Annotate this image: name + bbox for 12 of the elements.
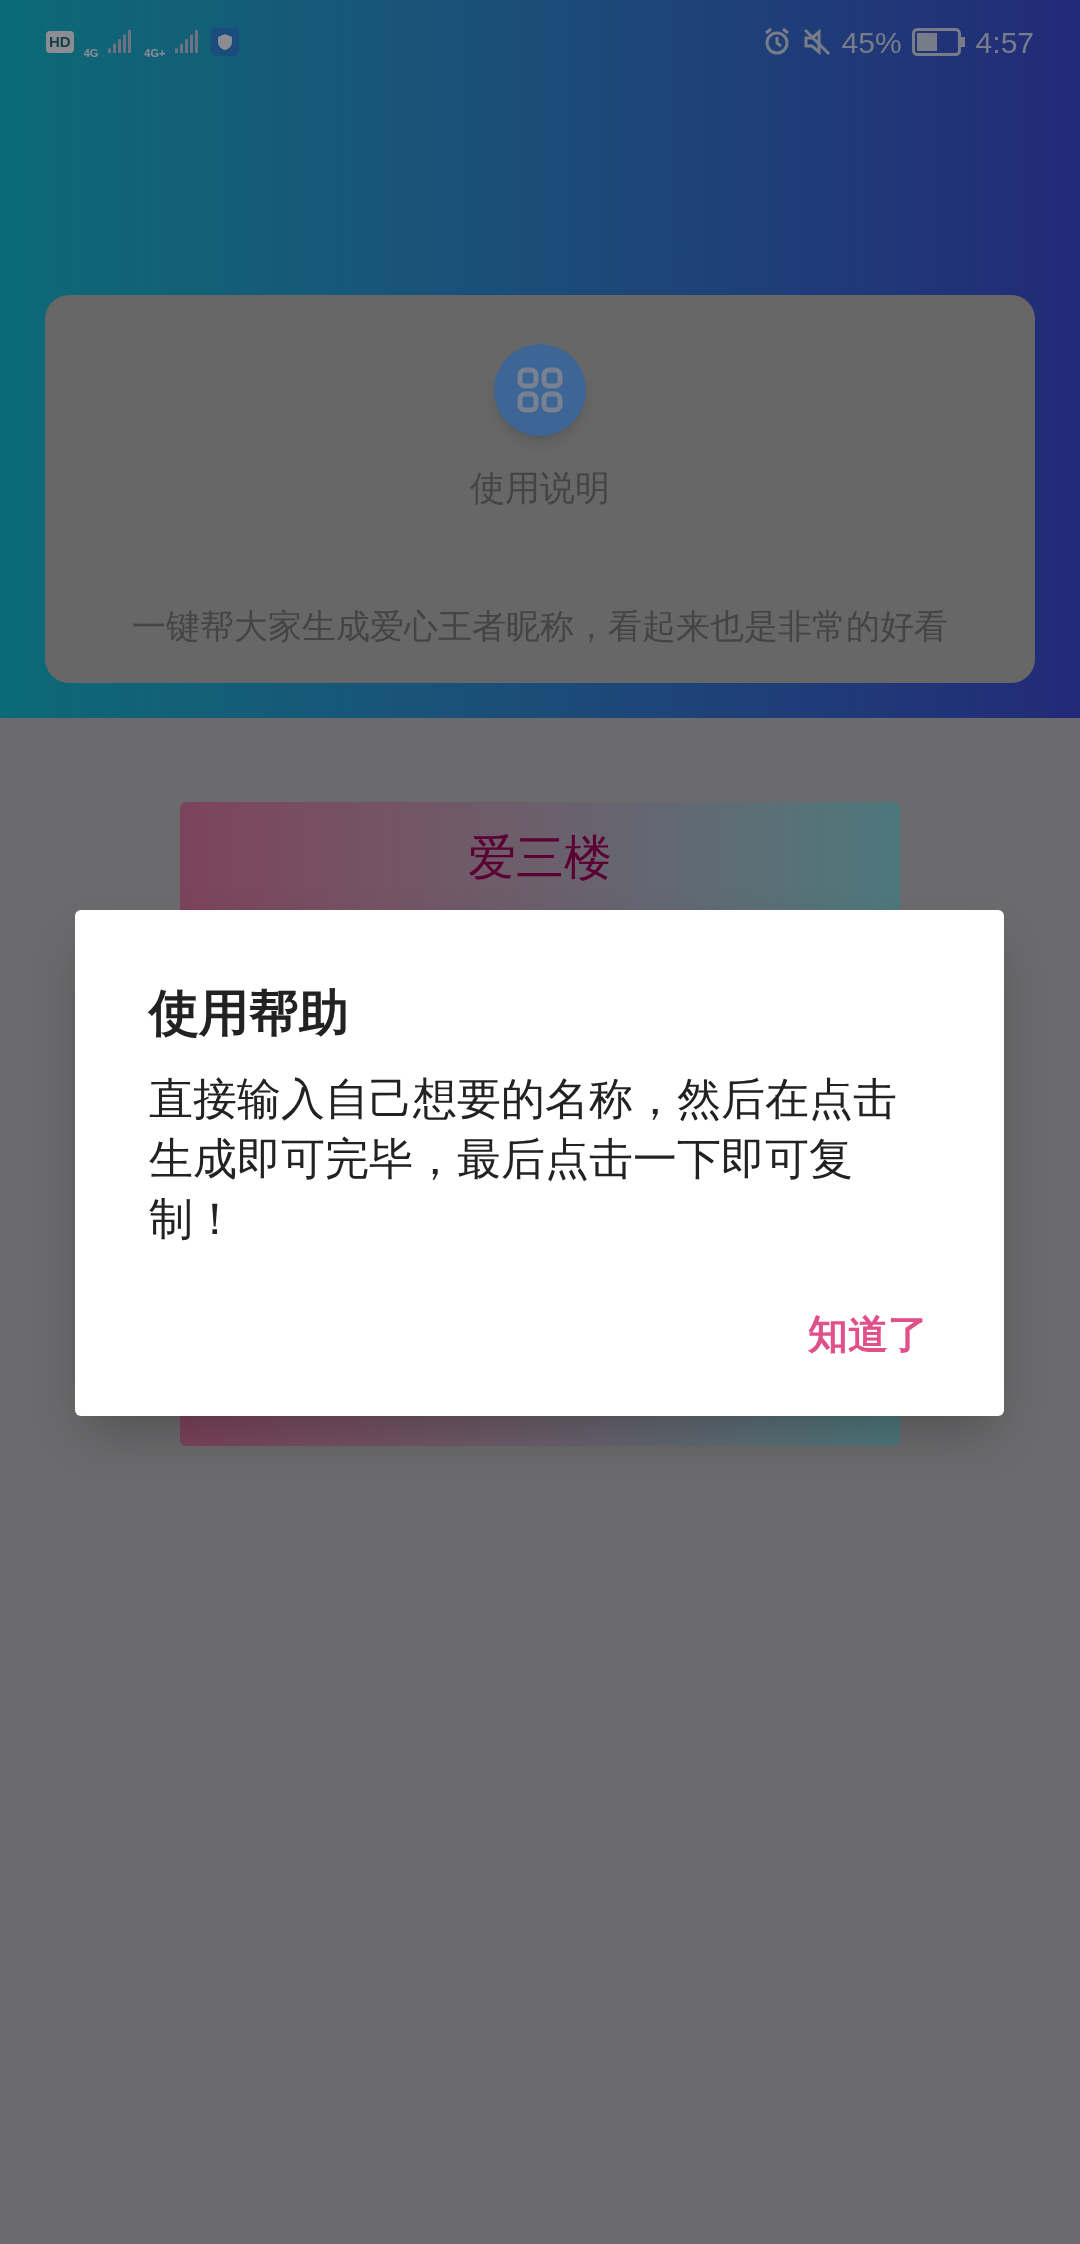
shield-icon (211, 28, 240, 56)
battery-icon (911, 28, 966, 56)
name-title: 爱三楼 (468, 830, 612, 886)
dialog-title: 使用帮助 (149, 984, 350, 1043)
hd-icon: HD (46, 31, 74, 53)
network-label: 4G+ (144, 45, 166, 61)
confirm-button[interactable]: 知道了 (806, 1304, 930, 1364)
dialog-message: 直接输入自己想要的名称，然后在点击生成即可完毕，最后点击一下即可复制！ (149, 1073, 898, 1245)
clock-time: 4:57 (975, 24, 1034, 61)
battery-percent: 45% (841, 24, 902, 61)
network-label: 4G (83, 45, 99, 61)
mute-icon (801, 27, 832, 57)
